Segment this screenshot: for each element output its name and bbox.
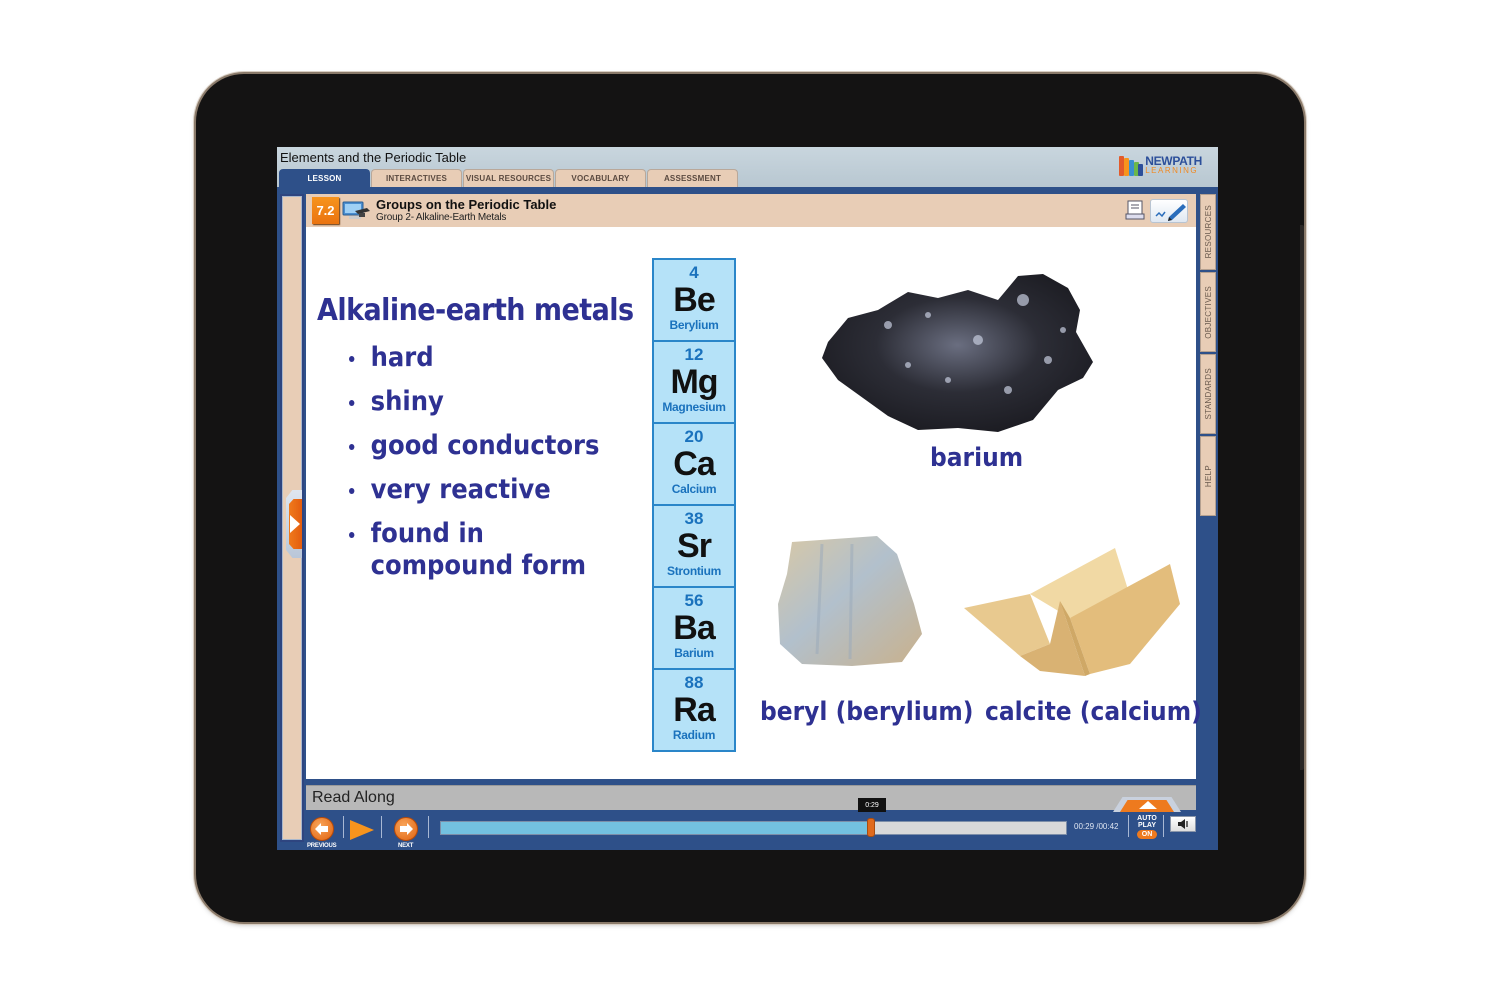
arrow-left-icon xyxy=(315,823,328,835)
speaker-icon xyxy=(1178,819,1188,829)
divider xyxy=(1128,815,1129,837)
previous-button[interactable] xyxy=(310,817,334,841)
element-name: Radium xyxy=(672,728,716,742)
next-label: NEXT xyxy=(398,843,414,849)
title-bar: Elements and the Periodic Table NEWPATH … xyxy=(277,147,1218,189)
element-cell: 12 Mg Magnesium xyxy=(652,340,736,424)
divider xyxy=(428,816,429,838)
autoplay-label: PLAY xyxy=(1137,822,1157,829)
chevron-right-icon[interactable] xyxy=(290,515,300,533)
group-2-element-column: 4 Be Berylium 12 Mg Magnesium 20 Ca Calc… xyxy=(652,258,736,752)
play-button[interactable] xyxy=(350,820,374,840)
atomic-number: 20 xyxy=(684,427,704,446)
calcite-crystal-image xyxy=(964,548,1180,676)
chevron-up-icon[interactable] xyxy=(1139,801,1157,809)
image-caption: calcite (calcium) xyxy=(985,697,1202,727)
list-item: found in compound form xyxy=(349,518,619,582)
app-screen: Elements and the Periodic Table NEWPATH … xyxy=(277,147,1218,850)
side-tab-resources[interactable]: RESOURCES xyxy=(1200,194,1216,270)
newpath-logo: NEWPATH LEARNING xyxy=(1119,154,1202,176)
element-cell: 20 Ca Calcium xyxy=(652,422,736,506)
image-caption: barium xyxy=(930,443,1024,473)
element-symbol: Ba xyxy=(673,609,715,647)
logo-text-learning: LEARNING xyxy=(1145,166,1199,175)
side-tab-label: RESOURCES xyxy=(1203,205,1213,259)
app-title: Elements and the Periodic Table xyxy=(280,150,467,165)
atomic-number: 38 xyxy=(684,509,704,528)
list-item: hard xyxy=(349,342,619,374)
tab-underline xyxy=(277,187,1218,191)
atomic-number: 56 xyxy=(684,591,704,610)
list-item: shiny xyxy=(349,386,619,418)
autoplay-state: ON xyxy=(1137,830,1157,839)
element-cell: 4 Be Berylium xyxy=(652,258,736,342)
time-tooltip: 0:29 xyxy=(858,798,886,812)
atomic-number: 88 xyxy=(684,673,704,692)
image-caption: beryl (berylium) xyxy=(760,697,974,727)
list-item: very reactive xyxy=(349,474,619,506)
element-name: Calcium xyxy=(671,482,717,496)
element-name: Barium xyxy=(674,646,714,660)
element-cell: 88 Ra Radium xyxy=(652,668,736,752)
next-button[interactable] xyxy=(394,817,418,841)
main-tabs: LESSON INTERACTIVES VISUAL RESOURCES VOC… xyxy=(279,169,739,187)
element-cell: 38 Sr Strontium xyxy=(652,504,736,588)
lesson-number-badge: 7.2 xyxy=(312,197,339,224)
element-symbol: Mg xyxy=(670,363,718,401)
element-name: Magnesium xyxy=(662,400,726,414)
tablet-side-button xyxy=(1300,225,1304,770)
element-name: Strontium xyxy=(667,564,721,578)
element-symbol: Ra xyxy=(673,691,715,729)
previous-label: PREVIOUS xyxy=(307,843,337,849)
lesson-content: 7.2 Groups on the Periodic Table Group 2… xyxy=(306,194,1202,779)
progress-track[interactable] xyxy=(440,821,1067,835)
side-tab-label: HELP xyxy=(1203,464,1213,488)
lesson-title: Groups on the Periodic Table xyxy=(376,197,557,212)
time-display: 00:29 /00:42 xyxy=(1074,822,1119,831)
progress-fill xyxy=(441,822,873,834)
side-tab-objectives[interactable]: OBJECTIVES xyxy=(1200,272,1216,352)
side-tab-standards[interactable]: STANDARDS xyxy=(1200,354,1216,434)
element-symbol: Sr xyxy=(677,527,712,565)
tab-lesson[interactable]: LESSON xyxy=(279,169,370,187)
arrow-right-icon xyxy=(400,823,413,835)
tab-interactives[interactable]: INTERACTIVES xyxy=(371,169,462,187)
side-tab-label: STANDARDS xyxy=(1203,368,1213,420)
slide-heading: Alkaline-earth metals xyxy=(317,293,634,328)
side-tab-label: OBJECTIVES xyxy=(1203,285,1213,339)
autoplay-toggle[interactable]: AUTO PLAY ON xyxy=(1135,815,1159,839)
tab-vocabulary[interactable]: VOCABULARY xyxy=(555,169,646,187)
tab-assessment[interactable]: ASSESSMENT xyxy=(647,169,738,187)
properties-list: hard shiny good conductors very reactive… xyxy=(349,342,649,594)
list-item: good conductors xyxy=(349,430,619,462)
divider xyxy=(381,816,382,838)
element-symbol: Be xyxy=(673,281,715,319)
element-symbol: Ca xyxy=(673,445,715,483)
lesson-header: 7.2 Groups on the Periodic Table Group 2… xyxy=(306,194,1196,227)
divider xyxy=(343,816,344,838)
notes-button[interactable] xyxy=(1150,199,1188,223)
autoplay-label: AUTO xyxy=(1137,815,1157,822)
lesson-computer-icon xyxy=(342,201,370,219)
progress-thumb[interactable] xyxy=(867,818,876,837)
book-logo-icon xyxy=(1119,156,1144,176)
barium-rock-image xyxy=(822,274,1093,432)
beryl-rock-image xyxy=(778,536,922,666)
logo-text-newpath: NEWPATH xyxy=(1145,154,1202,168)
tab-visual-resources[interactable]: VISUAL RESOURCES xyxy=(463,169,554,187)
read-along-label: Read Along xyxy=(312,789,395,806)
side-tab-help[interactable]: HELP xyxy=(1200,436,1216,516)
lesson-subtitle: Group 2- Alkaline-Earth Metals xyxy=(376,212,507,223)
read-along-bar: Read Along xyxy=(306,785,1196,810)
notes-pen-icon xyxy=(1155,204,1186,221)
side-tabs: RESOURCES OBJECTIVES STANDARDS HELP xyxy=(1200,194,1216,518)
mute-button[interactable] xyxy=(1170,816,1196,832)
atomic-number: 4 xyxy=(689,263,699,282)
print-icon[interactable] xyxy=(1124,199,1146,221)
element-name: Berylium xyxy=(669,318,719,332)
divider xyxy=(1163,815,1164,837)
element-cell: 56 Ba Barium xyxy=(652,586,736,670)
atomic-number: 12 xyxy=(684,345,704,364)
